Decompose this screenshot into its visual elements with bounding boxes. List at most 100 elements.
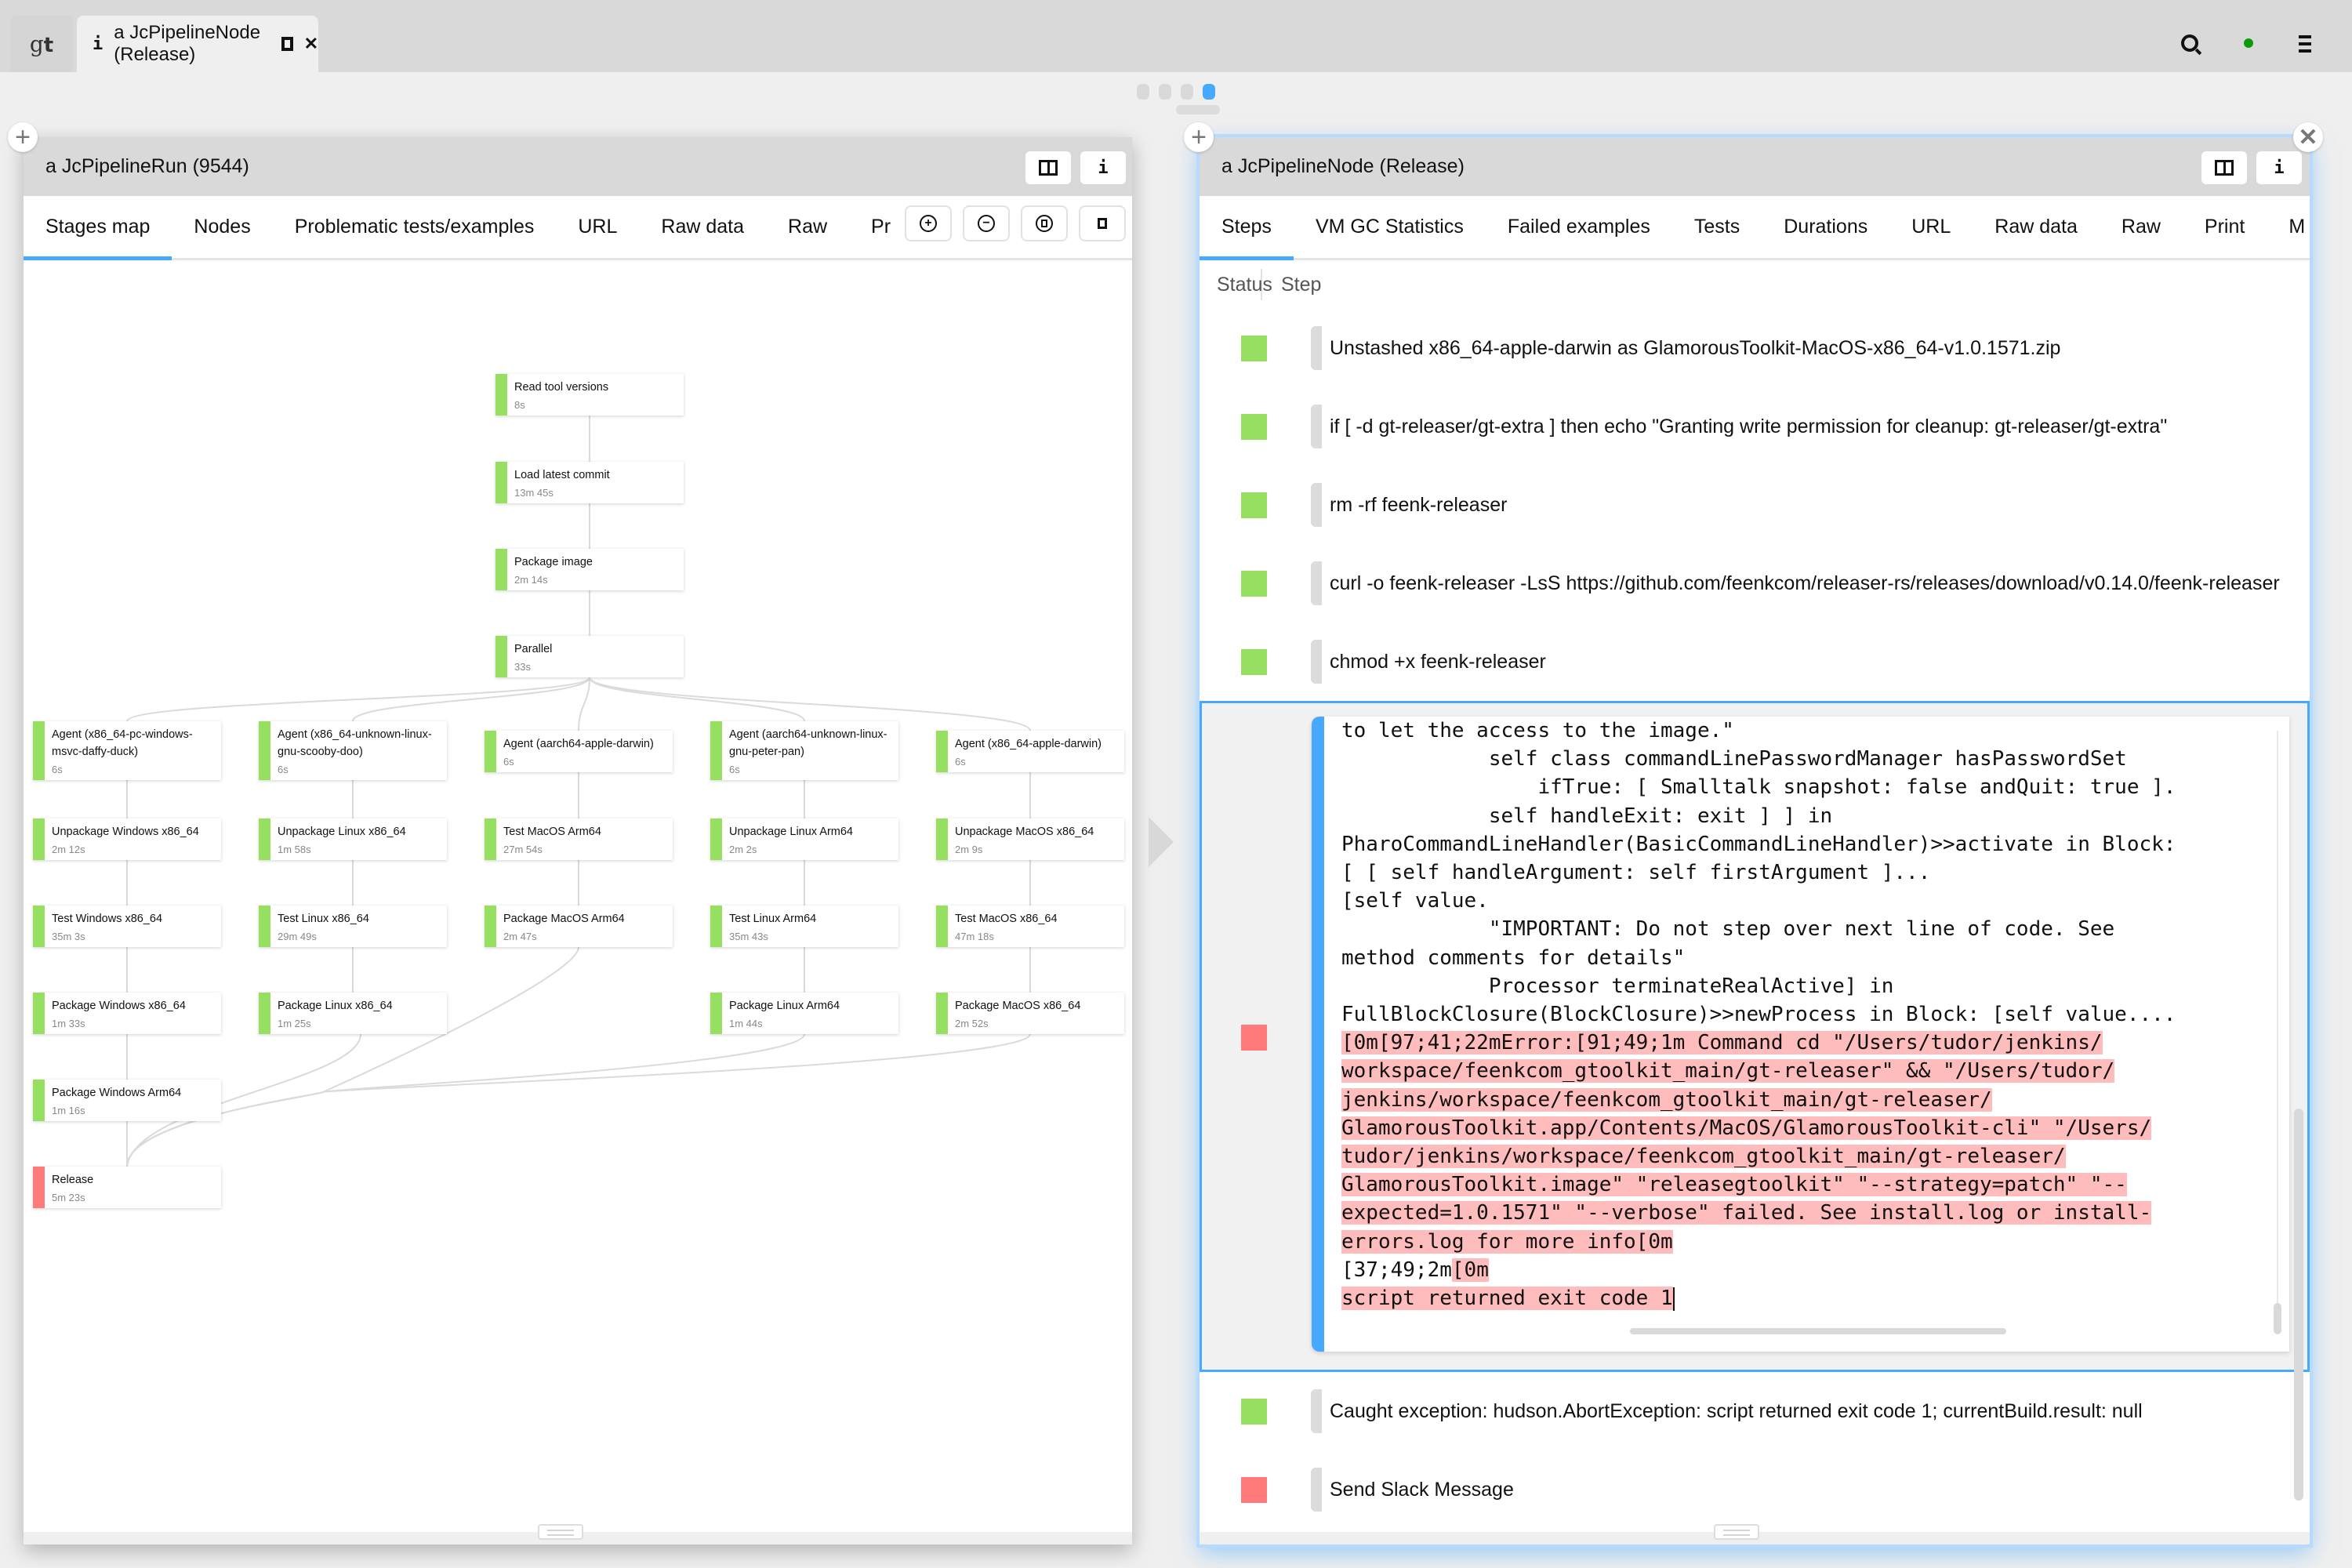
- stage-node[interactable]: Test MacOS Arm64 27m 54s: [485, 818, 673, 860]
- tab-vm-gc-statistics[interactable]: VM GC Statistics: [1294, 196, 1486, 258]
- tab-durations[interactable]: Durations: [1762, 196, 1889, 258]
- step-row[interactable]: rm -rf feenk-releaser: [1200, 466, 2310, 544]
- stage-node[interactable]: Load latest commit 13m 45s: [495, 462, 684, 503]
- error-highlight: [0m[97;41;22mError:[91;49;1m Command cd …: [1341, 1031, 2103, 1055]
- stage-node[interactable]: Agent (x86_64-unknown-linux-gnu-scooby-d…: [259, 721, 447, 780]
- tab-raw-data[interactable]: Raw data: [639, 196, 766, 258]
- stage-node[interactable]: Parallel 33s: [495, 636, 684, 677]
- expand-right-arrow-icon[interactable]: [1149, 817, 1174, 867]
- status-indicator: [2244, 38, 2253, 48]
- inspect-button[interactable]: i: [2256, 151, 2302, 184]
- stage-node[interactable]: Unpackage Linux Arm64 2m 2s: [710, 818, 898, 860]
- tab-stages-map[interactable]: Stages map: [24, 196, 172, 260]
- stage-node[interactable]: Package Windows Arm64 1m 16s: [33, 1080, 221, 1121]
- step-row[interactable]: Caught exception: hudson.AbortException:…: [1200, 1372, 2310, 1450]
- tab-print[interactable]: Print: [2183, 196, 2267, 258]
- tab-steps[interactable]: Steps: [1200, 196, 1294, 260]
- search-icon[interactable]: [2181, 34, 2198, 52]
- add-pane-button[interactable]: +: [1184, 122, 1214, 152]
- zoom-to-fit-button[interactable]: [1021, 205, 1068, 241]
- stage-node[interactable]: Test Linux x86_64 29m 49s: [259, 906, 447, 947]
- tab-problematic-tests-examples[interactable]: Problematic tests/examples: [273, 196, 557, 258]
- tab-raw-data[interactable]: Raw data: [1973, 196, 2100, 258]
- tab-url[interactable]: URL: [1889, 196, 1973, 258]
- stage-node[interactable]: Package MacOS Arm64 2m 47s: [485, 906, 673, 947]
- stage-node[interactable]: Test MacOS x86_64 47m 18s: [936, 906, 1124, 947]
- step-expand-handle[interactable]: [1311, 405, 1322, 448]
- zoom-in-button[interactable]: +: [905, 205, 952, 241]
- stage-node[interactable]: Test Linux Arm64 35m 43s: [710, 906, 898, 947]
- maximize-icon[interactable]: [281, 37, 293, 51]
- stage-node[interactable]: Package Windows x86_64 1m 33s: [33, 993, 221, 1034]
- stage-edges: [126, 416, 1031, 1167]
- stage-node[interactable]: Unpackage Windows x86_64 2m 12s: [33, 818, 221, 860]
- actual-size-icon: [1098, 218, 1107, 229]
- stage-duration: 33s: [514, 661, 531, 673]
- pager-dot[interactable]: [1203, 84, 1215, 100]
- tab-url[interactable]: URL: [556, 196, 639, 258]
- stage-node[interactable]: Unpackage MacOS x86_64 2m 9s: [936, 818, 1124, 860]
- stage-node[interactable]: Agent (aarch64-apple-darwin) 6s: [485, 731, 673, 772]
- add-pane-left-button[interactable]: +: [8, 122, 38, 152]
- step-expand-handle[interactable]: [1311, 1389, 1322, 1433]
- stage-node[interactable]: Package MacOS x86_64 2m 52s: [936, 993, 1124, 1034]
- stage-duration: 8s: [514, 399, 525, 411]
- stage-duration: 2m 47s: [503, 931, 537, 942]
- step-row[interactable]: if [ -d gt-releaser/gt-extra ] then echo…: [1200, 387, 2310, 466]
- step-row[interactable]: chmod +x feenk-releaser: [1200, 622, 2310, 701]
- pager-dot[interactable]: [1181, 84, 1193, 100]
- stage-node[interactable]: Agent (x86_64-pc-windows-msvc-daffy-duck…: [33, 721, 221, 780]
- step-expand-handle[interactable]: [1311, 483, 1322, 527]
- stage-duration: 2m 14s: [514, 574, 548, 586]
- zoom-out-button[interactable]: −: [963, 205, 1010, 241]
- log-horizontal-scrollbar[interactable]: [1630, 1328, 2006, 1334]
- close-tab-icon[interactable]: ✕: [304, 34, 318, 54]
- stage-node[interactable]: Agent (x86_64-apple-darwin) 6s: [936, 731, 1124, 772]
- step-row[interactable]: Unstashed x86_64-apple-darwin as Glamoro…: [1200, 309, 2310, 387]
- tab-tests[interactable]: Tests: [1672, 196, 1762, 258]
- stage-node[interactable]: Agent (aarch64-unknown-linux-gnu-peter-p…: [710, 721, 898, 780]
- stage-name: Test MacOS x86_64: [955, 913, 1058, 925]
- stage-node[interactable]: Read tool versions 8s: [495, 374, 684, 416]
- stage-node[interactable]: Package Linux x86_64 1m 25s: [259, 993, 447, 1034]
- column-status[interactable]: Status: [1200, 269, 1272, 300]
- close-pane-button[interactable]: ✕: [2293, 122, 2323, 152]
- step-row[interactable]: curl -o feenk-releaser -LsS https://gith…: [1200, 544, 2310, 622]
- step-row-expanded[interactable]: to let the access to the image." self cl…: [1200, 701, 2310, 1372]
- inspect-button[interactable]: i: [1080, 151, 1126, 184]
- tab-failed-examples[interactable]: Failed examples: [1486, 196, 1672, 258]
- step-row[interactable]: Send Slack Message: [1200, 1450, 2310, 1529]
- home-tab[interactable]: gt: [10, 16, 73, 72]
- tab-raw[interactable]: Raw: [766, 196, 849, 258]
- stage-name: Unpackage Windows x86_64: [52, 826, 199, 838]
- tab-nodes[interactable]: Nodes: [172, 196, 272, 258]
- actual-size-button[interactable]: [1079, 205, 1126, 241]
- step-expand-handle[interactable]: [1311, 561, 1322, 605]
- hamburger-menu-icon[interactable]: [2299, 35, 2311, 53]
- stages-map[interactable]: Read tool versions 8s Load latest commit 13…: [24, 260, 1132, 1515]
- step-expand-handle[interactable]: [1311, 326, 1322, 370]
- stage-node[interactable]: Unpackage Linux x86_64 1m 58s: [259, 818, 447, 860]
- step-text: Send Slack Message: [1330, 1478, 1514, 1501]
- steps-scrollbar[interactable]: [2294, 309, 2305, 1516]
- stage-node[interactable]: Release 5m 23s: [33, 1167, 221, 1208]
- pager-dot[interactable]: [1159, 84, 1171, 100]
- resize-handle[interactable]: [1714, 1524, 1759, 1540]
- stage-node[interactable]: Test Windows x86_64 35m 3s: [33, 906, 221, 947]
- stage-node[interactable]: Package Linux Arm64 1m 44s: [710, 993, 898, 1034]
- column-step[interactable]: Step: [1262, 274, 1321, 296]
- tab-raw[interactable]: Raw: [2100, 196, 2183, 258]
- active-window-tab[interactable]: i a JcPipelineNode (Release) ✕: [77, 16, 318, 72]
- step-expand-handle[interactable]: [1311, 640, 1322, 684]
- step-log-output[interactable]: to let the access to the image." self cl…: [1312, 717, 2289, 1352]
- pane-pager[interactable]: [1137, 84, 1215, 100]
- pager-scrollbar[interactable]: [1176, 105, 1220, 114]
- documentation-button[interactable]: [2201, 151, 2247, 184]
- log-vertical-scrollbar[interactable]: [2274, 731, 2281, 1334]
- resize-handle[interactable]: [538, 1524, 583, 1540]
- step-expand-handle[interactable]: [1311, 1468, 1322, 1512]
- tab-m[interactable]: M: [2267, 196, 2310, 258]
- pager-dot[interactable]: [1137, 84, 1149, 100]
- stage-node[interactable]: Package image 2m 14s: [495, 549, 684, 590]
- documentation-button[interactable]: [1025, 151, 1071, 184]
